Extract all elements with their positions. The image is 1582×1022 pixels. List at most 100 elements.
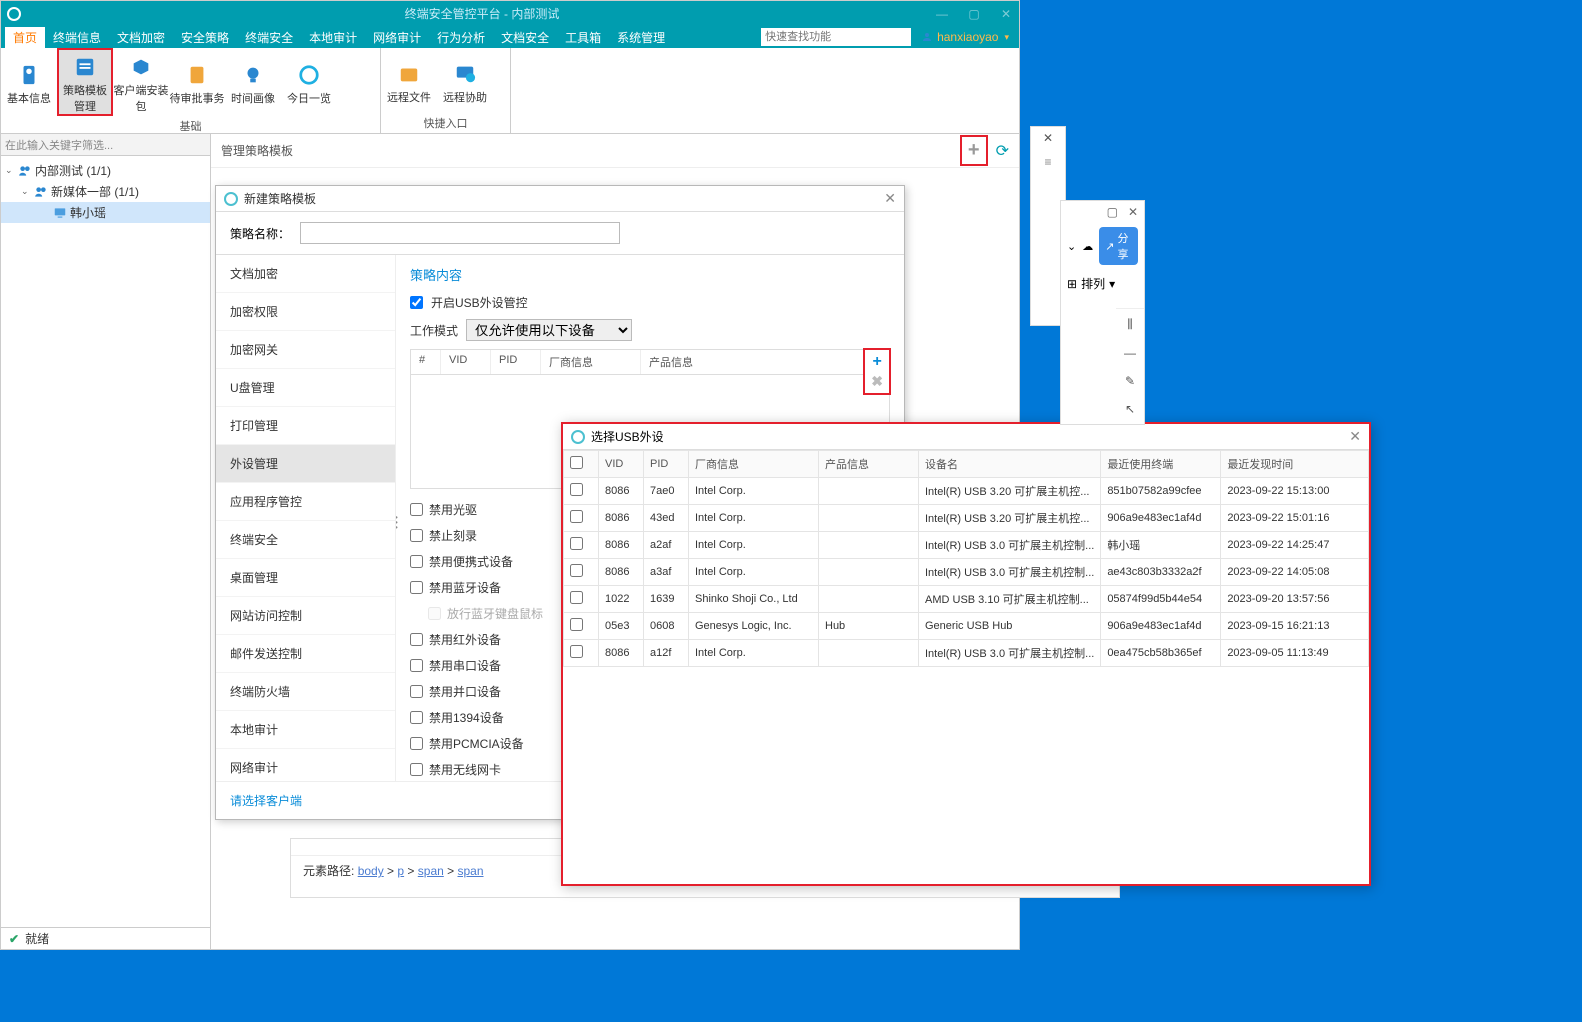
ribbon-remote-assist[interactable]: 远程协助 [437, 48, 493, 113]
tree-root[interactable]: ⌄ 内部测试 (1/1) [1, 160, 210, 181]
tab-toolbox[interactable]: 工具箱 [557, 27, 609, 48]
package-icon [127, 56, 155, 78]
float2-close[interactable]: ✕ [1128, 205, 1138, 219]
row-check[interactable] [570, 645, 583, 658]
tune-icon[interactable]: ⫼ [1127, 317, 1133, 332]
crumb-p[interactable]: p [397, 864, 404, 878]
tab-sys-manage[interactable]: 系统管理 [609, 27, 673, 48]
cb-infrared[interactable] [410, 633, 423, 646]
table-row[interactable]: 80867ae0 Intel Corp. Intel(R) USB 3.20 可… [564, 478, 1369, 505]
float1-close[interactable]: ✕ [1031, 127, 1065, 149]
add-device-button[interactable]: + [871, 353, 883, 371]
row-check[interactable] [570, 510, 583, 523]
ribbon-basic-info[interactable]: 基本信息 [1, 48, 57, 116]
modal-close-button[interactable]: ✕ [884, 190, 896, 207]
policy-name-input[interactable] [300, 222, 620, 244]
side-item-web-access[interactable]: 网站访问控制 [216, 597, 395, 635]
cursor-icon[interactable]: ↖ [1125, 402, 1135, 416]
table-row[interactable]: 05e30608 Genesys Logic, Inc.Hub Generic … [564, 613, 1369, 640]
row-check[interactable] [570, 537, 583, 550]
table-row[interactable]: 10221639 Shinko Shoji Co., Ltd AMD USB 3… [564, 586, 1369, 613]
cb-wifi[interactable] [410, 763, 423, 776]
ribbon-today[interactable]: 今日一览 [281, 48, 337, 116]
side-item-local-audit[interactable]: 本地审计 [216, 711, 395, 749]
ribbon-time-profile[interactable]: 时间画像 [225, 48, 281, 116]
cb-1394[interactable] [410, 711, 423, 724]
side-item-encrypt-gw[interactable]: 加密网关 [216, 331, 395, 369]
tab-behavior[interactable]: 行为分析 [429, 27, 493, 48]
share-button[interactable]: ↗ 分享 [1099, 227, 1138, 265]
tab-home[interactable]: 首页 [5, 27, 45, 48]
tab-local-audit[interactable]: 本地审计 [301, 27, 365, 48]
crumb-span1[interactable]: span [418, 864, 444, 878]
side-item-print[interactable]: 打印管理 [216, 407, 395, 445]
side-item-net-audit[interactable]: 网络审计 [216, 749, 395, 781]
side-item-encrypt-perm[interactable]: 加密权限 [216, 293, 395, 331]
table-row[interactable]: 8086a2af Intel Corp. Intel(R) USB 3.0 可扩… [564, 532, 1369, 559]
search-input[interactable] [761, 28, 911, 46]
tab-doc-security[interactable]: 文档安全 [493, 27, 557, 48]
table-row[interactable]: 8086a12f Intel Corp. Intel(R) USB 3.0 可扩… [564, 640, 1369, 667]
float2-max[interactable]: ▢ [1107, 205, 1118, 219]
cb-cdrom[interactable] [410, 503, 423, 516]
row-check[interactable] [570, 483, 583, 496]
remove-device-button[interactable]: ✖ [871, 373, 883, 390]
check-all[interactable] [570, 456, 583, 469]
ribbon-policy-template[interactable]: 策略模板管理 [57, 48, 113, 116]
cb-pcmcia[interactable] [410, 737, 423, 750]
arrange-button[interactable]: ⊞ 排列 ▾ [1061, 269, 1144, 298]
hamburger-icon[interactable]: ≡ [1031, 149, 1065, 175]
tab-terminal-info[interactable]: 终端信息 [45, 27, 109, 48]
row-check[interactable] [570, 618, 583, 631]
crumb-span2[interactable]: span [458, 864, 484, 878]
cb-bluetooth[interactable] [410, 581, 423, 594]
ribbon-pending[interactable]: 待审批事务 [169, 48, 225, 116]
side-item-peripheral[interactable]: 外设管理 [216, 445, 395, 483]
side-item-app-control[interactable]: 应用程序管控 [216, 483, 395, 521]
cb-portable[interactable] [410, 555, 423, 568]
window-title: 终端安全管控平台 - 内部测试 [29, 5, 935, 22]
side-item-desktop[interactable]: 桌面管理 [216, 559, 395, 597]
side-item-doc-encrypt[interactable]: 文档加密 [216, 255, 395, 293]
row-check[interactable] [570, 591, 583, 604]
chevron-down-icon[interactable]: ⌄ [1067, 240, 1076, 253]
table-row[interactable]: 8086a3af Intel Corp. Intel(R) USB 3.0 可扩… [564, 559, 1369, 586]
minimize-button[interactable]: — [935, 7, 949, 21]
clipboard-icon [183, 64, 211, 86]
menubar: 首页 终端信息 文档加密 安全策略 终端安全 本地审计 网络审计 行为分析 文档… [1, 26, 1019, 48]
tree-search[interactable]: 在此输入关键字筛选... [1, 134, 210, 156]
side-item-firewall[interactable]: 终端防火墙 [216, 673, 395, 711]
tree-child[interactable]: ⌄ 新媒体一部 (1/1) [1, 181, 210, 202]
enable-usb-checkbox[interactable] [410, 296, 423, 309]
crumb-body[interactable]: body [358, 864, 384, 878]
side-item-mail[interactable]: 邮件发送控制 [216, 635, 395, 673]
side-item-udisk[interactable]: U盘管理 [216, 369, 395, 407]
tab-terminal-security[interactable]: 终端安全 [237, 27, 301, 48]
ribbon-remote-file[interactable]: 远程文件 [381, 48, 437, 113]
refresh-button[interactable]: ⟳ [996, 141, 1009, 161]
table-row[interactable]: 808643ed Intel Corp. Intel(R) USB 3.20 可… [564, 505, 1369, 532]
tab-security-policy[interactable]: 安全策略 [173, 27, 237, 48]
cb-burn[interactable] [410, 529, 423, 542]
minus-icon[interactable]: — [1124, 346, 1136, 360]
col-vendor: 厂商信息 [541, 350, 641, 374]
usb-close-button[interactable]: ✕ [1349, 428, 1361, 445]
cb-serial[interactable] [410, 659, 423, 672]
ribbon-client-pkg[interactable]: 客户端安装包 [113, 48, 169, 116]
edit-icon[interactable]: ✎ [1125, 374, 1135, 388]
tree-leaf[interactable]: 韩小瑶 [1, 202, 210, 223]
cb-parallel[interactable] [410, 685, 423, 698]
add-policy-button[interactable]: + [960, 135, 988, 166]
maximize-button[interactable]: ▢ [967, 7, 981, 21]
close-button[interactable]: ✕ [999, 7, 1013, 21]
tab-network-audit[interactable]: 网络审计 [365, 27, 429, 48]
caret-icon: ⌄ [21, 186, 31, 197]
mode-select[interactable]: 仅允许使用以下设备 [466, 319, 632, 341]
side-item-terminal-sec[interactable]: 终端安全 [216, 521, 395, 559]
row-check[interactable] [570, 564, 583, 577]
user-menu[interactable]: hanxiaoyao ▾ [921, 30, 1009, 44]
plus-icon: + [968, 139, 980, 162]
usb-title-text: 选择USB外设 [591, 428, 664, 445]
resize-handle[interactable]: ••• [396, 515, 398, 530]
tab-doc-encrypt[interactable]: 文档加密 [109, 27, 173, 48]
